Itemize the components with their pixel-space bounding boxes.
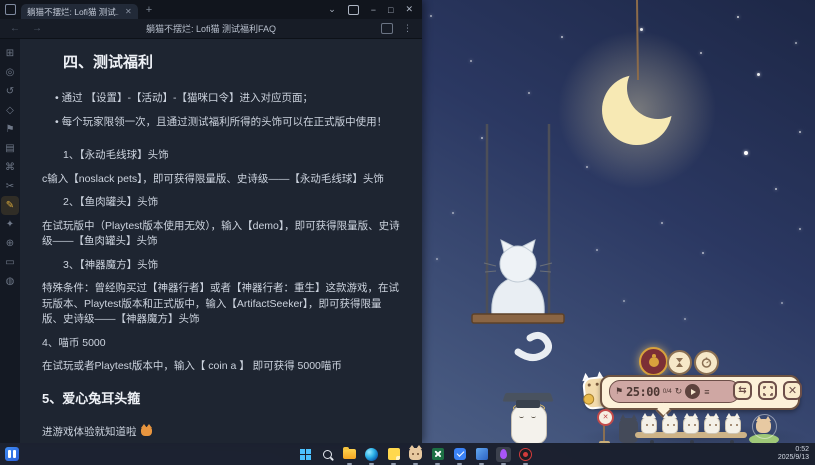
ribbon-icon-8[interactable]: ✎ xyxy=(1,196,19,215)
desktop: 躺猫不摆烂: Lofi猫 测试... ✕ + ⌄ − □ ✕ ← → 躺猫不摆烂… xyxy=(0,0,815,465)
bullet-line: • 每个玩家限领一次，且通过测试福利所得的头饰可以在正式版中使用！ xyxy=(55,115,388,128)
clock-date: 2025/9/13 xyxy=(777,454,809,461)
minimize-button[interactable]: − xyxy=(371,5,376,15)
white-cat-pet[interactable] xyxy=(662,413,678,434)
document-tab[interactable]: 躺猫不摆烂: Lofi猫 测试... ✕ xyxy=(21,4,138,19)
purple-app-icon[interactable] xyxy=(496,446,511,465)
chevron-down-icon[interactable]: ⌄ xyxy=(328,4,336,15)
expand-icon xyxy=(762,385,773,396)
paragraph: 特殊条件：曾经购买过【神器行者】或者【神器行者：重生】这款游戏，在试玩版本、Pl… xyxy=(42,282,399,325)
pomodoro-timer: ⚑ 25:00 0/4 ↻ ≡ xyxy=(609,380,740,403)
ufo-cat-pet[interactable] xyxy=(749,414,779,445)
timer-value: 25:00 xyxy=(626,384,660,399)
alarm-badge[interactable] xyxy=(694,350,719,375)
ribbon-icon-7[interactable]: ✂ xyxy=(1,177,19,196)
edge-browser-icon[interactable] xyxy=(364,447,379,465)
page-title: 躺猫不摆烂: Lofi猫 测试福利FAQ xyxy=(145,24,277,34)
list-item: 4、喵币 5000 xyxy=(42,336,106,349)
cat-face-emoji xyxy=(140,423,152,436)
section-heading: 5、爱心兔耳头箍 xyxy=(42,390,141,406)
white-cat-pet[interactable] xyxy=(683,413,699,434)
ribbon-icon-6[interactable]: ⌘ xyxy=(1,158,19,177)
more-options-icon[interactable]: ⋮ xyxy=(403,23,412,34)
hourglass-badge[interactable] xyxy=(667,350,692,375)
taskbar-clock[interactable]: 0:52 2025/9/13 xyxy=(778,446,809,462)
list-item: 2、【鱼肉罐头】头饰 xyxy=(63,196,159,208)
close-button[interactable]: ✕ xyxy=(405,4,413,15)
document-header: ← → 躺猫不摆烂: Lofi猫 测试福利FAQ ⋮ xyxy=(0,19,422,39)
ribbon-icon-11[interactable]: ▭ xyxy=(1,253,19,272)
layout-panel-icon[interactable] xyxy=(347,4,359,15)
ribbon-icon-4[interactable]: ⚑ xyxy=(1,120,19,139)
paragraph: 在试玩版中（Playtest版本使用无效），输入【demo】，即可获得限量版、史… xyxy=(42,219,400,248)
pomodoro-widget[interactable]: ⚑ 25:00 0/4 ↻ ≡ ⇆ ✕ xyxy=(600,375,802,410)
taskbar-corner-icon[interactable] xyxy=(5,447,19,461)
session-counter: 0/4 xyxy=(662,388,672,395)
white-cat-pet[interactable] xyxy=(725,413,741,434)
todo-app-icon[interactable] xyxy=(452,447,467,465)
taskbar-icons xyxy=(298,443,533,465)
no-entry-sign: ✕ xyxy=(597,409,614,426)
ribbon-icon-2[interactable]: ↺ xyxy=(1,82,19,101)
white-cat-pet[interactable] xyxy=(704,413,720,434)
window-titlebar: 躺猫不摆烂: Lofi猫 测试... ✕ + ⌄ − □ ✕ xyxy=(0,0,422,19)
paragraph: c输入【noslack pets】，即可获得限量版、史诗级——【永动毛线球】头饰 xyxy=(42,172,384,185)
tomato-timer-badge[interactable] xyxy=(639,347,668,376)
restart-icon[interactable]: ↻ xyxy=(675,386,683,397)
white-cat-pet[interactable] xyxy=(641,413,657,434)
taskbar: 0:52 2025/9/13 xyxy=(0,443,815,465)
moon xyxy=(602,0,672,145)
list-item: 1、【永动毛线球】头饰 xyxy=(63,149,169,161)
graduate-cat-pet[interactable] xyxy=(500,390,556,444)
reading-view-icon[interactable] xyxy=(381,23,393,34)
ribbon-icon-1[interactable]: ◎ xyxy=(1,63,19,82)
ribbon-icon-10[interactable]: ⊕ xyxy=(1,234,19,253)
blue-app-icon[interactable] xyxy=(474,447,489,465)
flag-icon: ⚑ xyxy=(615,386,624,396)
start-button[interactable] xyxy=(298,447,313,462)
alarm-icon xyxy=(701,357,712,368)
paragraph: 在试玩或者Playtest版本中，输入【 coin a 】 即可获得 5000喵… xyxy=(42,360,342,372)
paragraph: 进游戏体验就知道啦 xyxy=(42,423,402,441)
recorder-app-icon[interactable] xyxy=(518,447,533,465)
task-list-icon[interactable]: ≡ xyxy=(704,387,709,397)
lofi-cat-app-icon[interactable] xyxy=(408,445,423,465)
ribbon-icon-3[interactable]: ◇ xyxy=(1,101,19,120)
widget-close-button[interactable]: ✕ xyxy=(783,381,802,400)
play-button[interactable] xyxy=(685,384,701,399)
ribbon-icon-0[interactable]: ⊞ xyxy=(1,44,19,63)
tomato-icon xyxy=(648,353,659,367)
tab-close-icon[interactable]: ✕ xyxy=(125,7,132,16)
section-heading: 四、测试福利 xyxy=(63,54,154,71)
excel-icon[interactable] xyxy=(430,447,445,465)
sticky-notes-icon[interactable] xyxy=(386,447,401,465)
switch-mode-button[interactable]: ⇆ xyxy=(733,381,752,400)
clock-time: 0:52 xyxy=(795,446,809,453)
expand-button[interactable] xyxy=(758,381,777,400)
search-icon[interactable] xyxy=(320,447,335,462)
ribbon-icon-9[interactable]: ✦ xyxy=(1,215,19,234)
bullet-line: • 通过 【设置】-【活动】-【猫咪口令】进入对应页面； xyxy=(55,92,314,104)
dark-cat-pet[interactable] xyxy=(619,414,638,443)
new-tab-button[interactable]: + xyxy=(146,4,152,16)
list-item: 3、【神器魔方】头饰 xyxy=(63,258,159,271)
ribbon-icon-12[interactable]: ◍ xyxy=(1,272,19,291)
ribbon-icon-5[interactable]: ▤ xyxy=(1,139,19,158)
document-content: 四、测试福利 • 通过 【设置】-【活动】-【猫咪口令】进入对应页面； • 每个… xyxy=(20,39,422,443)
ribbon: ⊞ ◎ ↺ ◇ ⚑ ▤ ⌘ ✂ ✎ ✦ ⊕ ▭ ◍ xyxy=(0,39,20,443)
play-icon xyxy=(690,388,696,395)
maximize-button[interactable]: □ xyxy=(388,5,393,15)
file-explorer-icon[interactable] xyxy=(342,447,357,465)
app-window: 躺猫不摆烂: Lofi猫 测试... ✕ + ⌄ − □ ✕ ← → 躺猫不摆烂… xyxy=(0,0,422,443)
cat-queue[interactable]: ✕ xyxy=(595,408,793,445)
cat-on-swing xyxy=(471,124,565,361)
app-logo-icon xyxy=(5,4,16,15)
tab-title: 躺猫不摆烂: Lofi猫 测试... xyxy=(27,6,119,17)
hourglass-icon xyxy=(676,358,683,367)
